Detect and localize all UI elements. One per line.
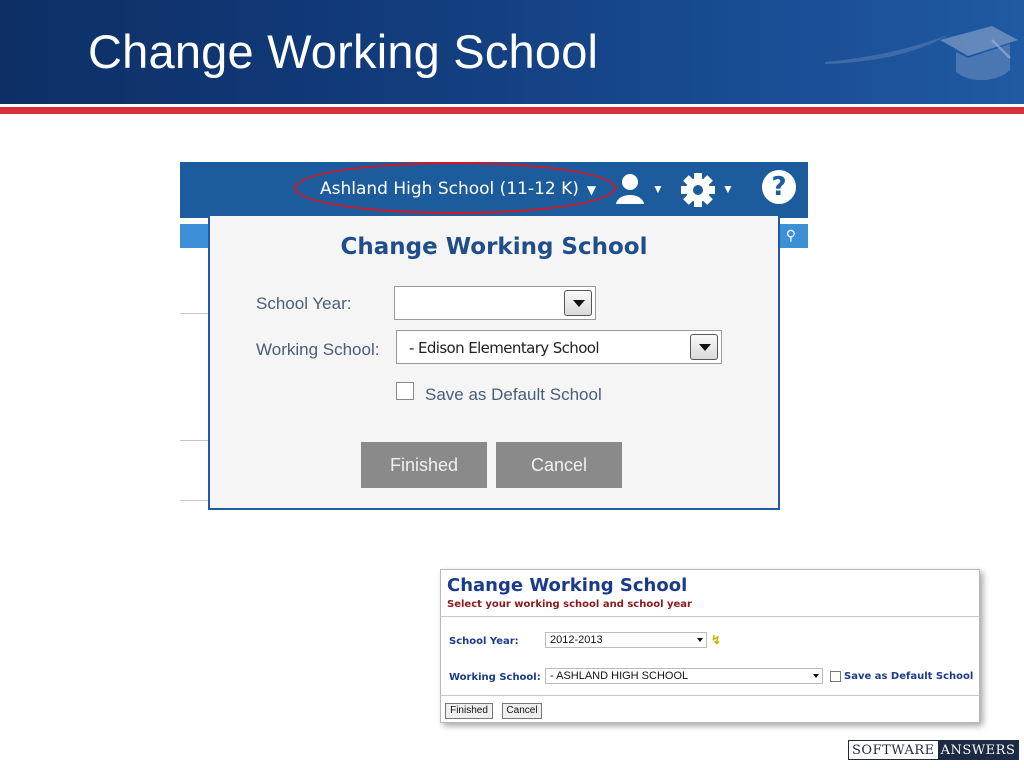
finished-button[interactable]: Finished xyxy=(361,442,487,488)
chevron-down-icon xyxy=(813,674,819,678)
chevron-down-icon: ▼ xyxy=(652,182,664,196)
old-working-school-label: Working School: xyxy=(449,672,541,683)
old-working-school-value: - ASHLAND HIGH SCHOOL xyxy=(550,670,689,682)
old-school-year-select[interactable]: 2012-2013 xyxy=(545,632,707,648)
old-working-school-select[interactable]: - ASHLAND HIGH SCHOOL xyxy=(545,668,823,684)
new-ui-screenshot: Ashland High School (11-12 K) ▼ ▼ ▼ ? ⚲ … xyxy=(180,162,808,512)
logo-answers-text: ANSWERS xyxy=(937,741,1019,759)
old-cancel-button[interactable]: Cancel xyxy=(502,703,542,719)
old-finished-button[interactable]: Finished xyxy=(445,703,493,719)
chevron-down-icon xyxy=(697,638,703,642)
slide-title: Change Working School xyxy=(88,25,599,78)
old-ui-subtitle: Select your working school and school ye… xyxy=(447,599,692,610)
logo-software-text: SOFTWARE xyxy=(849,741,938,759)
change-school-dialog: Change Working School School Year: Worki… xyxy=(208,216,780,510)
search-icon[interactable]: ⚲ xyxy=(786,227,796,244)
old-save-default-label: Save as Default School xyxy=(844,671,974,682)
cancel-button[interactable]: Cancel xyxy=(496,442,622,488)
slide-header: Change Working School xyxy=(0,0,1024,104)
dropdown-arrow-icon[interactable] xyxy=(564,290,592,316)
old-ui-screenshot: Change Working School Select your workin… xyxy=(440,569,980,723)
save-default-checkbox[interactable] xyxy=(396,382,414,400)
user-menu-button[interactable]: ▼ xyxy=(614,172,666,208)
help-button[interactable]: ? xyxy=(762,170,796,204)
top-navbar: Ashland High School (11-12 K) ▼ ▼ ▼ ? xyxy=(180,162,808,218)
save-default-label: Save as Default School xyxy=(425,385,602,404)
school-year-label: School Year: xyxy=(256,294,352,313)
working-school-select[interactable]: - Edison Elementary School xyxy=(396,330,722,364)
old-school-year-label: School Year: xyxy=(449,636,519,647)
old-save-default-checkbox[interactable] xyxy=(830,671,841,682)
software-answers-logo: SOFTWARE ANSWERS xyxy=(848,740,1020,760)
working-school-value: - Edison Elementary School xyxy=(409,339,600,357)
gear-icon xyxy=(681,173,715,207)
annotation-highlight-oval xyxy=(294,162,616,214)
old-ui-title: Change Working School xyxy=(447,575,688,596)
dropdown-arrow-icon[interactable] xyxy=(690,334,718,360)
divider xyxy=(441,616,979,617)
old-school-year-value: 2012-2013 xyxy=(550,634,603,646)
chevron-down-icon: ▼ xyxy=(722,182,734,196)
user-icon xyxy=(616,174,644,204)
working-school-label: Working School: xyxy=(256,340,380,359)
help-icon: ? xyxy=(771,172,787,202)
dialog-title: Change Working School xyxy=(340,234,648,260)
lightning-icon[interactable]: ↯ xyxy=(711,633,721,647)
graduation-cap-logo xyxy=(825,26,1018,81)
school-year-select[interactable] xyxy=(394,286,596,320)
divider xyxy=(441,695,979,696)
settings-menu-button[interactable]: ▼ xyxy=(680,172,736,208)
header-accent-rule xyxy=(0,107,1024,114)
